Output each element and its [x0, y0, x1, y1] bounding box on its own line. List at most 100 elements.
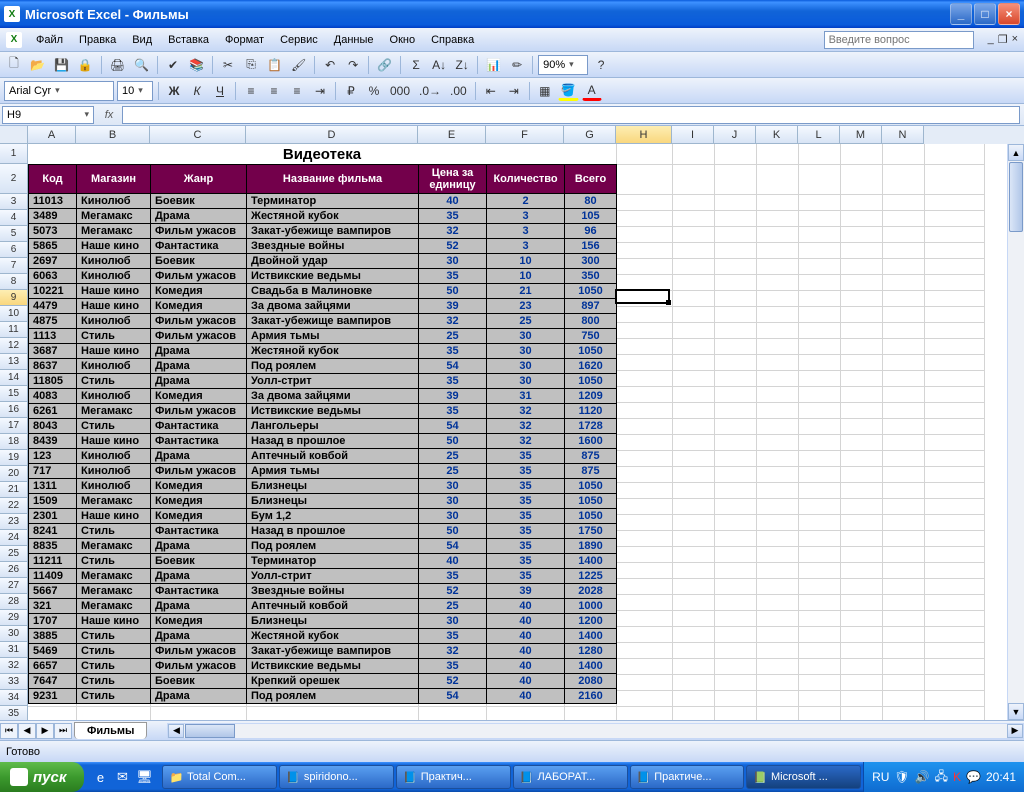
- cell-qty[interactable]: 32: [487, 419, 565, 434]
- row-header-5[interactable]: 5: [0, 226, 28, 242]
- cell-genre[interactable]: Драма: [151, 629, 247, 644]
- cell-name[interactable]: Иствикские ведьмы: [247, 659, 419, 674]
- cell-code[interactable]: 321: [29, 599, 77, 614]
- cell-price[interactable]: 40: [419, 194, 487, 209]
- cell-genre[interactable]: Фантастика: [151, 584, 247, 599]
- cell-name[interactable]: Под роялем: [247, 359, 419, 374]
- ql-ie-icon[interactable]: e: [90, 766, 110, 788]
- table-row[interactable]: 2301Наше киноКомедияБум 1,230351050: [29, 509, 617, 524]
- cell-price[interactable]: 35: [419, 659, 487, 674]
- cell-shop[interactable]: Кинолюб: [77, 479, 151, 494]
- dec-decimal-button[interactable]: .00: [447, 81, 470, 101]
- cell-code[interactable]: 8835: [29, 539, 77, 554]
- taskbar-item[interactable]: 📘spiridono...: [279, 765, 394, 789]
- row-header-3[interactable]: 3: [0, 194, 28, 210]
- tab-first-button[interactable]: ⏮: [0, 723, 18, 739]
- cell-name[interactable]: Жестяной кубок: [247, 209, 419, 224]
- merge-center-button[interactable]: ⇥: [310, 81, 330, 101]
- cell-price[interactable]: 25: [419, 464, 487, 479]
- permission-button[interactable]: 🔒: [75, 55, 96, 75]
- cell-qty[interactable]: 35: [487, 464, 565, 479]
- cell-total[interactable]: 875: [565, 464, 617, 479]
- cell-genre[interactable]: Комедия: [151, 299, 247, 314]
- row-header-29[interactable]: 29: [0, 610, 28, 626]
- cell-genre[interactable]: Фантастика: [151, 419, 247, 434]
- menu-view[interactable]: Вид: [126, 32, 158, 48]
- cell-price[interactable]: 54: [419, 539, 487, 554]
- cell-genre[interactable]: Фантастика: [151, 524, 247, 539]
- cell-qty[interactable]: 3: [487, 209, 565, 224]
- tab-last-button[interactable]: ⏭: [54, 723, 72, 739]
- ask-question-input[interactable]: [824, 31, 974, 49]
- scroll-down-button[interactable]: ▼: [1008, 703, 1024, 720]
- table-row[interactable]: 6261МегамаксФильм ужасовИствикские ведьм…: [29, 404, 617, 419]
- cell-code[interactable]: 3687: [29, 344, 77, 359]
- format-painter-button[interactable]: 🖌: [288, 55, 309, 75]
- cell-name[interactable]: Назад в прошлое: [247, 434, 419, 449]
- cell-total[interactable]: 80: [565, 194, 617, 209]
- cell-shop[interactable]: Наше кино: [77, 614, 151, 629]
- cell-code[interactable]: 5865: [29, 239, 77, 254]
- cell-total[interactable]: 875: [565, 449, 617, 464]
- cell-qty[interactable]: 35: [487, 569, 565, 584]
- cell-shop[interactable]: Стиль: [77, 374, 151, 389]
- hscroll-left-button[interactable]: ◀: [168, 724, 184, 738]
- cell-name[interactable]: Терминатор: [247, 554, 419, 569]
- taskbar-item[interactable]: 📘Практич...: [396, 765, 511, 789]
- row-header-30[interactable]: 30: [0, 626, 28, 642]
- col-name[interactable]: Название фильма: [247, 165, 419, 194]
- cell-price[interactable]: 54: [419, 419, 487, 434]
- align-left-button[interactable]: ≡: [241, 81, 261, 101]
- cell-name[interactable]: Иствикские ведьмы: [247, 404, 419, 419]
- table-row[interactable]: 11805СтильДрамаУолл-стрит35301050: [29, 374, 617, 389]
- cut-button[interactable]: ✂: [218, 55, 238, 75]
- cell-genre[interactable]: Комедия: [151, 284, 247, 299]
- row-header-8[interactable]: 8: [0, 274, 28, 290]
- cell-shop[interactable]: Кинолюб: [77, 449, 151, 464]
- cell-qty[interactable]: 23: [487, 299, 565, 314]
- doc-restore-button[interactable]: ❐: [998, 33, 1008, 46]
- row-header-11[interactable]: 11: [0, 322, 28, 338]
- tray-msg-icon[interactable]: 💬: [966, 770, 981, 784]
- cell-genre[interactable]: Драма: [151, 359, 247, 374]
- cell-price[interactable]: 30: [419, 614, 487, 629]
- underline-button[interactable]: Ч: [210, 81, 230, 101]
- vertical-scrollbar[interactable]: ▲ ▼: [1007, 144, 1024, 720]
- tab-prev-button[interactable]: ◀: [18, 723, 36, 739]
- cell-price[interactable]: 35: [419, 629, 487, 644]
- close-button[interactable]: ×: [998, 3, 1020, 25]
- cell-shop[interactable]: Наше кино: [77, 299, 151, 314]
- cell-price[interactable]: 30: [419, 479, 487, 494]
- cell-shop[interactable]: Кинолюб: [77, 464, 151, 479]
- row-header-20[interactable]: 20: [0, 466, 28, 482]
- cell-qty[interactable]: 21: [487, 284, 565, 299]
- col-header-A[interactable]: A: [28, 126, 76, 144]
- table-row[interactable]: 2697КинолюбБоевикДвойной удар3010300: [29, 254, 617, 269]
- font-color-button[interactable]: A: [582, 81, 602, 101]
- cell-shop[interactable]: Стиль: [77, 554, 151, 569]
- undo-button[interactable]: ↶: [320, 55, 340, 75]
- dec-indent-button[interactable]: ⇤: [481, 81, 501, 101]
- cell-total[interactable]: 1050: [565, 494, 617, 509]
- cell-total[interactable]: 1050: [565, 344, 617, 359]
- cell-genre[interactable]: Фильм ужасов: [151, 314, 247, 329]
- cell-price[interactable]: 30: [419, 494, 487, 509]
- cell-qty[interactable]: 3: [487, 239, 565, 254]
- cell-qty[interactable]: 30: [487, 374, 565, 389]
- cell-qty[interactable]: 40: [487, 614, 565, 629]
- cell-qty[interactable]: 35: [487, 539, 565, 554]
- cell-shop[interactable]: Стиль: [77, 689, 151, 704]
- cell-shop[interactable]: Кинолюб: [77, 359, 151, 374]
- cell-name[interactable]: Закат-убежище вампиров: [247, 644, 419, 659]
- cell-code[interactable]: 6063: [29, 269, 77, 284]
- cell-genre[interactable]: Драма: [151, 599, 247, 614]
- table-row[interactable]: 4479Наше киноКомедияЗа двома зайцями3923…: [29, 299, 617, 314]
- cell-price[interactable]: 25: [419, 329, 487, 344]
- cell-price[interactable]: 50: [419, 524, 487, 539]
- cell-shop[interactable]: Мегамакс: [77, 224, 151, 239]
- cell-code[interactable]: 11211: [29, 554, 77, 569]
- cell-qty[interactable]: 35: [487, 509, 565, 524]
- cell-total[interactable]: 1050: [565, 509, 617, 524]
- cell-genre[interactable]: Фильм ужасов: [151, 644, 247, 659]
- cell-qty[interactable]: 40: [487, 644, 565, 659]
